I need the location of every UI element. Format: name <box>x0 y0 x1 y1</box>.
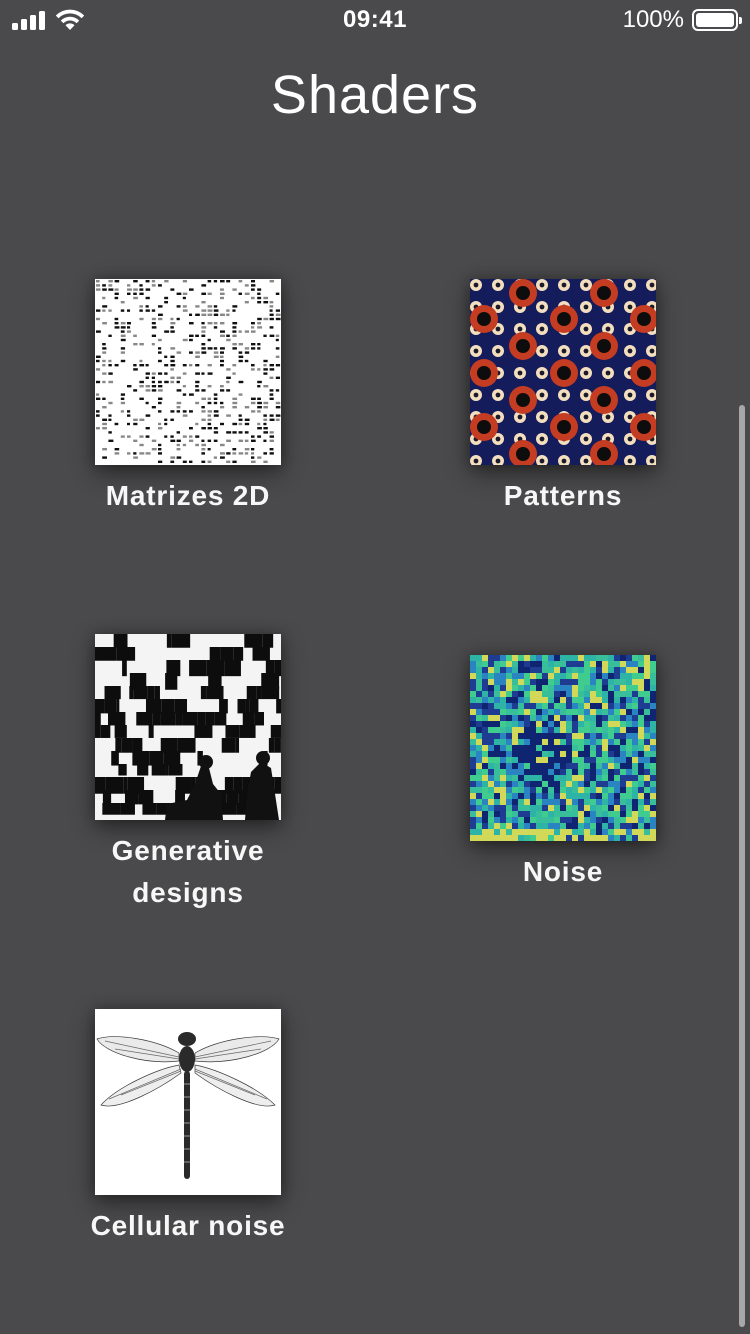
shader-item-patterns[interactable]: Patterns <box>413 279 713 517</box>
matrix-thumbnail[interactable] <box>95 279 281 465</box>
shader-item-cellular-noise[interactable]: Cellular noise <box>38 1009 338 1247</box>
matrix-rain-image <box>95 279 281 465</box>
scroll-indicator[interactable] <box>739 405 745 1327</box>
item-label: Generative designs <box>111 835 265 908</box>
battery-percentage: 100% <box>622 6 684 33</box>
cellular-noise-thumbnail[interactable] <box>95 1009 281 1195</box>
item-label: Patterns <box>503 480 623 511</box>
dragonfly-image <box>95 1009 281 1195</box>
shader-item-noise[interactable]: Noise <box>413 655 713 893</box>
battery-icon <box>692 9 742 31</box>
item-label: Cellular noise <box>90 1210 286 1241</box>
patterns-thumbnail[interactable] <box>470 279 656 465</box>
page-title: Shaders <box>270 65 480 125</box>
status-bar: 09:41 100% <box>0 0 750 40</box>
red-dots-pattern-image <box>470 279 656 465</box>
generative-thumbnail[interactable] <box>95 634 281 820</box>
shader-item-generative-designs[interactable]: Generative designs <box>38 634 338 914</box>
noise-thumbnail[interactable] <box>470 655 656 841</box>
shader-item-matrizes-2d[interactable]: Matrizes 2D <box>38 279 338 517</box>
noise-field-image <box>470 655 656 841</box>
item-label: Matrizes 2D <box>105 480 271 511</box>
generative-bars-image <box>95 634 281 820</box>
item-label: Noise <box>522 856 604 887</box>
